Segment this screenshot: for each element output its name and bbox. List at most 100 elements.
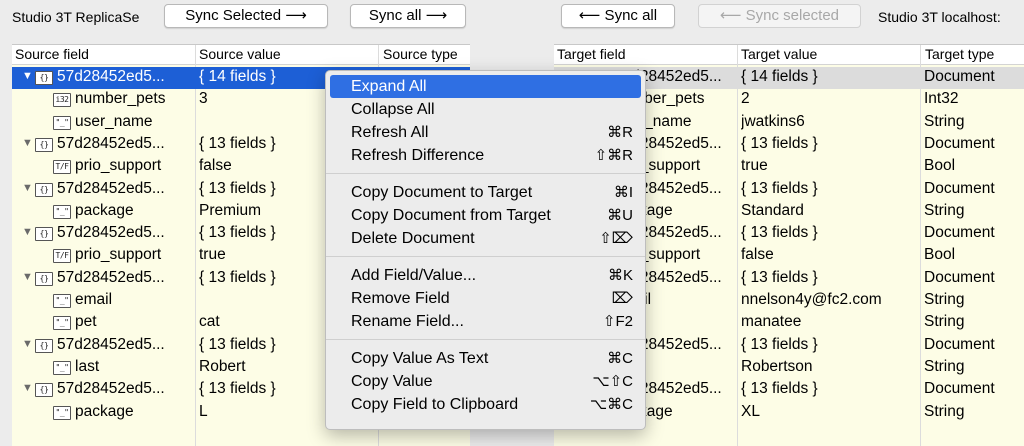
target-connection-title: Studio 3T localhost: <box>878 9 1001 25</box>
target-type: Document <box>924 68 995 85</box>
target-value: 2 <box>741 90 750 108</box>
menu-item[interactable]: Add Field/Value... ⌘K <box>326 264 645 287</box>
menu-item-label: Copy Value As Text <box>351 350 489 367</box>
menu-item[interactable]: Copy Document from Target ⌘U <box>326 204 645 227</box>
menu-item[interactable]: Copy Field to Clipboard ⌥⌘C <box>326 393 645 416</box>
type-icon: {} <box>35 137 53 152</box>
toolbar: Studio 3T ReplicaSe Sync Selected ⟶ Sync… <box>0 0 1024 40</box>
menu-separator <box>326 339 645 340</box>
source-field-name: email <box>75 291 113 308</box>
disclosure-triangle-icon[interactable]: ▼ <box>22 271 33 283</box>
target-type: Document <box>924 179 995 197</box>
source-field-name: 57d28452ed5... <box>57 68 165 85</box>
target-value: { 13 fields } <box>741 179 818 197</box>
type-icon: T/F <box>53 249 71 264</box>
source-value-header[interactable]: Source value <box>199 46 281 62</box>
disclosure-triangle-icon[interactable]: ▼ <box>22 70 33 82</box>
disclosure-triangle-icon[interactable]: ▼ <box>22 137 33 149</box>
type-icon: {} <box>35 227 53 242</box>
menu-item-shortcut: ⇧F2 <box>602 313 633 330</box>
type-icon: {} <box>35 182 53 197</box>
source-field-name: user_name <box>75 112 153 130</box>
target-type: Int32 <box>924 90 959 108</box>
target-type: String <box>924 313 965 331</box>
menu-item-label: Delete Document <box>351 230 475 247</box>
target-value: nnelson4y@fc2.com <box>741 291 882 308</box>
menu-item[interactable]: Rename Field... ⇧F2 <box>326 310 645 333</box>
menu-item[interactable]: Refresh Difference ⇧⌘R <box>326 144 645 167</box>
menu-item-label: Refresh All <box>351 124 429 141</box>
target-value: manatee <box>741 313 802 331</box>
target-field-header[interactable]: Target field <box>557 46 625 62</box>
menu-separator <box>326 256 645 257</box>
target-type-header[interactable]: Target type <box>925 46 994 62</box>
type-icon: "_" <box>53 115 71 130</box>
menu-item-label: Copy Document to Target <box>351 184 533 201</box>
type-icon: {} <box>35 271 53 286</box>
disclosure-triangle-icon[interactable]: ▼ <box>22 182 33 194</box>
source-field-name: 57d28452ed5... <box>57 268 165 286</box>
menu-item[interactable]: Delete Document ⇧⌦ <box>326 227 645 250</box>
menu-item-shortcut: ⌘I <box>613 184 633 201</box>
source-connection-title: Studio 3T ReplicaSe <box>12 9 140 25</box>
target-type: Document <box>924 268 995 286</box>
menu-item[interactable]: Remove Field ⌦ <box>326 287 645 310</box>
sync-all-right-button[interactable]: Sync all ⟶ <box>350 4 466 28</box>
source-field-name: 57d28452ed5... <box>57 134 165 152</box>
type-icon: T/F <box>53 160 71 175</box>
source-field-header[interactable]: Source field <box>15 46 89 62</box>
target-type: Bool <box>924 246 956 264</box>
target-type: String <box>924 402 965 420</box>
target-value: false <box>741 246 774 264</box>
source-field-name: package <box>75 201 134 219</box>
menu-item-shortcut: ⌥⇧C <box>592 373 633 390</box>
menu-item-shortcut: ⌘C <box>607 350 633 367</box>
target-type: String <box>924 201 965 219</box>
disclosure-triangle-icon[interactable]: ▼ <box>22 226 33 238</box>
source-field-name: prio_support <box>75 246 162 264</box>
target-type: String <box>924 291 965 308</box>
target-value: { 13 fields } <box>741 134 818 152</box>
menu-item-shortcut: ⇧⌘R <box>594 147 633 164</box>
type-icon: {} <box>35 71 53 85</box>
menu-item[interactable]: Refresh All ⌘R <box>326 121 645 144</box>
type-icon: "_" <box>53 204 71 219</box>
sync-selected-left-button[interactable]: ⟵ Sync selected <box>698 4 861 28</box>
menu-item-label: Rename Field... <box>351 313 464 330</box>
source-type-header[interactable]: Source type <box>383 46 458 62</box>
menu-item-label: Add Field/Value... <box>351 267 477 284</box>
menu-separator <box>326 173 645 174</box>
target-value: { 13 fields } <box>741 380 818 398</box>
menu-item-label: Refresh Difference <box>351 147 485 164</box>
type-icon: {} <box>35 383 53 398</box>
target-type: Bool <box>924 157 956 175</box>
sync-all-left-button[interactable]: ⟵ Sync all <box>561 4 675 28</box>
disclosure-triangle-icon[interactable]: ▼ <box>22 382 33 394</box>
source-field-name: package <box>75 402 134 420</box>
target-value: { 13 fields } <box>741 224 818 242</box>
menu-item-label: Collapse All <box>351 101 435 118</box>
menu-item[interactable]: Copy Value ⌥⇧C <box>326 370 645 393</box>
menu-item-label: Copy Value <box>351 373 433 390</box>
target-value: { 14 fields } <box>741 68 818 85</box>
type-icon: "_" <box>53 405 71 420</box>
type-icon: i32 <box>53 93 71 108</box>
source-field-name: number_pets <box>75 90 166 108</box>
target-value-header[interactable]: Target value <box>741 46 817 62</box>
target-type: String <box>924 357 965 375</box>
target-value: Robertson <box>741 357 813 375</box>
target-type: Document <box>924 134 995 152</box>
target-value: jwatkins6 <box>741 112 805 130</box>
menu-item-shortcut: ⌥⌘C <box>589 396 633 413</box>
menu-item[interactable]: Copy Document to Target ⌘I <box>326 181 645 204</box>
source-field-name: 57d28452ed5... <box>57 224 165 242</box>
menu-item[interactable]: Copy Value As Text ⌘C <box>326 347 645 370</box>
menu-item-label: Remove Field <box>351 290 450 307</box>
type-icon: "_" <box>53 294 71 308</box>
disclosure-triangle-icon[interactable]: ▼ <box>22 338 33 350</box>
menu-item[interactable]: Expand All <box>330 75 641 98</box>
target-value: true <box>741 157 768 175</box>
sync-selected-right-button[interactable]: Sync Selected ⟶ <box>164 4 328 28</box>
type-icon: "_" <box>53 316 71 331</box>
menu-item[interactable]: Collapse All <box>326 98 645 121</box>
